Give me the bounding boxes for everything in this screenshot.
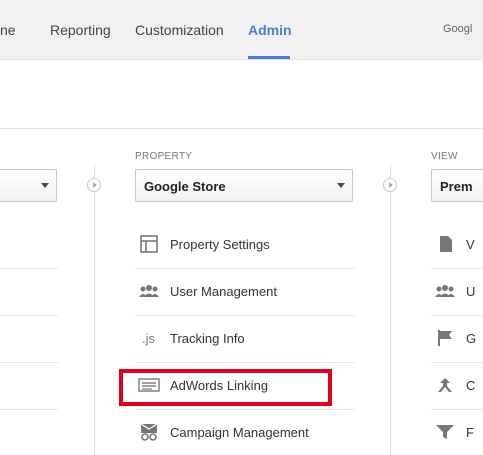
top-nav: ne Reporting Customization Admin Googl	[0, 0, 483, 60]
view-filters-item[interactable]: F	[431, 409, 483, 455]
view-item-label: G	[466, 331, 477, 346]
svg-text:.js: .js	[142, 331, 156, 346]
tab-customization[interactable]: Customization	[135, 22, 224, 38]
users-icon	[435, 285, 455, 297]
view-item-label: C	[466, 378, 476, 393]
tracking-info-label: Tracking Info	[170, 331, 245, 346]
column-connector	[94, 165, 95, 455]
user-management-item[interactable]: User Management	[135, 268, 355, 315]
user-management-label: User Management	[170, 284, 277, 299]
view-item-label: F	[466, 425, 474, 440]
chevron-down-icon	[337, 183, 345, 188]
document-icon	[440, 236, 452, 252]
merge-icon	[438, 378, 452, 392]
tracking-info-item[interactable]: .js Tracking Info	[135, 315, 355, 362]
view-goals-item[interactable]: G	[431, 315, 483, 362]
view-users-item[interactable]: U	[431, 268, 483, 315]
flag-icon	[438, 330, 452, 346]
js-icon: .js	[142, 331, 156, 346]
column-connector	[390, 165, 391, 455]
arrow-right-icon	[87, 178, 101, 192]
campaign-icon	[140, 423, 158, 441]
filter-icon	[436, 425, 454, 439]
tab-home[interactable]: ne	[0, 22, 16, 38]
tab-admin[interactable]: Admin	[248, 22, 292, 38]
header-divider	[0, 128, 483, 129]
view-selector[interactable]: Prem	[431, 169, 483, 202]
view-content-grouping-item[interactable]: C	[431, 362, 483, 409]
view-settings-item[interactable]: V	[431, 221, 483, 268]
users-icon	[139, 285, 159, 297]
property-settings-item[interactable]: Property Settings	[135, 221, 355, 268]
active-tab-indicator	[248, 56, 290, 59]
campaign-management-item[interactable]: Campaign Management	[135, 409, 355, 455]
chevron-down-icon	[41, 183, 49, 188]
view-label: VIEW	[431, 151, 458, 162]
arrow-right-icon	[383, 178, 397, 192]
adwords-linking-highlight	[119, 369, 332, 406]
property-selected: Google Store	[144, 179, 226, 194]
view-item-label: U	[466, 284, 476, 299]
view-selected: Prem	[440, 179, 473, 194]
account-row-divider	[0, 268, 58, 269]
property-label: PROPERTY	[135, 151, 193, 162]
account-row-divider	[0, 409, 58, 410]
account-row-divider	[0, 315, 58, 316]
account-row-divider	[0, 362, 58, 363]
account-selector[interactable]	[0, 169, 57, 202]
property-settings-icon	[140, 235, 158, 253]
property-selector[interactable]: Google Store	[135, 169, 353, 202]
campaign-management-label: Campaign Management	[170, 425, 309, 440]
tab-reporting[interactable]: Reporting	[50, 22, 111, 38]
view-item-label: V	[466, 237, 475, 252]
account-name[interactable]: Googl	[443, 23, 483, 35]
property-settings-label: Property Settings	[170, 237, 270, 252]
